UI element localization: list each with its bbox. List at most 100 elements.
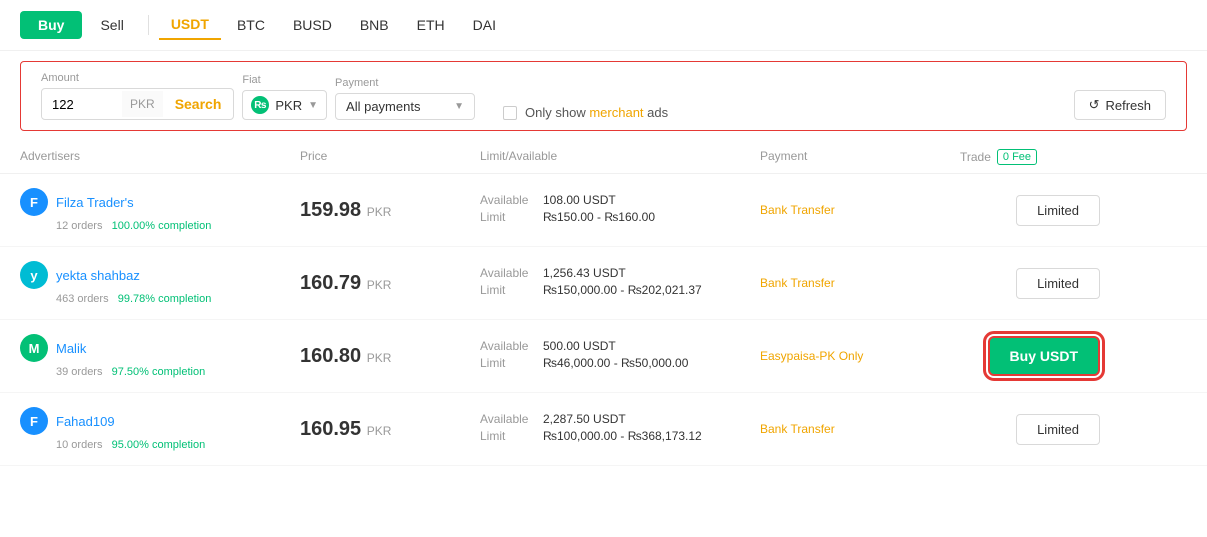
col-trade: Trade — [960, 150, 991, 164]
available-label: Available — [480, 339, 535, 353]
limit-value: ₨150.00 - ₨160.00 — [543, 210, 655, 224]
payment-group: Payment All payments ▼ — [335, 77, 475, 120]
amount-label: Amount — [41, 72, 234, 84]
advertiser-col: M Malik 39 orders 97.50% completion — [20, 334, 300, 378]
limit-col: Available 500.00 USDT Limit ₨46,000.00 -… — [480, 339, 760, 373]
payment-value: All payments — [346, 99, 448, 114]
available-value: 2,287.50 USDT — [543, 412, 626, 426]
amount-input[interactable] — [42, 91, 122, 118]
col-payment: Payment — [760, 149, 960, 165]
advertiser-name-row: F Filza Trader's — [20, 188, 300, 216]
payment-col: Bank Transfer — [760, 203, 960, 217]
price-col: 160.80 PKR — [300, 345, 480, 368]
chevron-down-icon: ▼ — [454, 101, 464, 112]
divider — [148, 15, 149, 35]
limit-label: Limit — [480, 210, 535, 224]
avatar: F — [20, 407, 48, 435]
fiat-value: PKR — [275, 98, 302, 113]
table-row: M Malik 39 orders 97.50% completion 160.… — [0, 320, 1207, 393]
advertiser-col: F Filza Trader's 12 orders 100.00% compl… — [20, 188, 300, 232]
tab-usdt[interactable]: USDT — [159, 10, 221, 40]
merchant-label: Only show merchant ads — [525, 105, 668, 120]
search-button[interactable]: Search — [163, 89, 234, 119]
trade-col-cell: Limited — [960, 268, 1100, 299]
advertiser-meta: 463 orders 99.78% completion — [20, 293, 300, 305]
merchant-filter-wrap: Only show merchant ads — [503, 105, 668, 120]
tab-busd[interactable]: BUSD — [281, 11, 344, 39]
filter-bar: Amount PKR Search Fiat ₨ PKR ▼ Payment A… — [20, 61, 1187, 131]
advertiser-name-row: F Fahad109 — [20, 407, 300, 435]
payment-select[interactable]: All payments ▼ — [335, 93, 475, 120]
price-col: 160.95 PKR — [300, 418, 480, 441]
limit-col: Available 1,256.43 USDT Limit ₨150,000.0… — [480, 266, 760, 300]
advertiser-col: y yekta shahbaz 463 orders 99.78% comple… — [20, 261, 300, 305]
table-row: F Fahad109 10 orders 95.00% completion 1… — [0, 393, 1207, 466]
avatar: F — [20, 188, 48, 216]
merchant-highlight: merchant — [589, 105, 643, 120]
advertiser-name-row: y yekta shahbaz — [20, 261, 300, 289]
advertiser-link[interactable]: yekta shahbaz — [56, 268, 140, 283]
fee-badge: 0 Fee — [997, 149, 1037, 165]
price-currency: PKR — [367, 424, 392, 438]
trade-col-cell: Limited — [960, 195, 1100, 226]
col-price: Price — [300, 149, 480, 165]
advertiser-link[interactable]: Malik — [56, 341, 86, 356]
available-row: Available 1,256.43 USDT — [480, 266, 760, 280]
fiat-label: Fiat — [242, 74, 327, 86]
merchant-checkbox[interactable] — [503, 106, 517, 120]
available-value: 500.00 USDT — [543, 339, 616, 353]
limited-button[interactable]: Limited — [1016, 195, 1100, 226]
col-advertisers: Advertisers — [20, 149, 300, 165]
amount-input-wrap: PKR Search — [41, 88, 234, 120]
refresh-icon: ↺ — [1089, 97, 1100, 113]
fiat-select[interactable]: ₨ PKR ▼ — [242, 90, 327, 120]
col-limit: Limit/Available — [480, 149, 760, 165]
tab-eth[interactable]: ETH — [405, 11, 457, 39]
limit-value: ₨46,000.00 - ₨50,000.00 — [543, 356, 688, 370]
table-header: Advertisers Price Limit/Available Paymen… — [0, 141, 1207, 174]
pkr-icon: ₨ — [251, 96, 269, 114]
advertiser-col: F Fahad109 10 orders 95.00% completion — [20, 407, 300, 451]
limit-label: Limit — [480, 429, 535, 443]
price-currency: PKR — [367, 205, 392, 219]
advertiser-name-row: M Malik — [20, 334, 300, 362]
col-trade-wrap: Trade 0 Fee — [960, 149, 1100, 165]
limit-label: Limit — [480, 356, 535, 370]
limit-label: Limit — [480, 283, 535, 297]
limit-col: Available 108.00 USDT Limit ₨150.00 - ₨1… — [480, 193, 760, 227]
refresh-label: Refresh — [1105, 98, 1151, 113]
limit-col: Available 2,287.50 USDT Limit ₨100,000.0… — [480, 412, 760, 446]
limit-row: Limit ₨150.00 - ₨160.00 — [480, 210, 760, 224]
tab-bnb[interactable]: BNB — [348, 11, 401, 39]
limit-value: ₨150,000.00 - ₨202,021.37 — [543, 283, 702, 297]
available-value: 108.00 USDT — [543, 193, 616, 207]
buy-usdt-button[interactable]: Buy USDT — [988, 336, 1100, 376]
payment-col: Bank Transfer — [760, 276, 960, 290]
fiat-group: Fiat ₨ PKR ▼ — [242, 74, 327, 120]
amount-currency: PKR — [122, 91, 163, 117]
table-row: y yekta shahbaz 463 orders 99.78% comple… — [0, 247, 1207, 320]
price-col: 160.79 PKR — [300, 272, 480, 295]
limit-value: ₨100,000.00 - ₨368,173.12 — [543, 429, 702, 443]
trade-col-cell: Limited — [960, 414, 1100, 445]
advertiser-link[interactable]: Fahad109 — [56, 414, 115, 429]
amount-group: Amount PKR Search — [41, 72, 234, 120]
available-row: Available 2,287.50 USDT — [480, 412, 760, 426]
buy-tab[interactable]: Buy — [20, 11, 82, 39]
available-row: Available 500.00 USDT — [480, 339, 760, 353]
table-body: F Filza Trader's 12 orders 100.00% compl… — [0, 174, 1207, 466]
tab-btc[interactable]: BTC — [225, 11, 277, 39]
limited-button[interactable]: Limited — [1016, 268, 1100, 299]
sell-tab[interactable]: Sell — [86, 11, 137, 39]
payment-col: Bank Transfer — [760, 422, 960, 436]
limited-button[interactable]: Limited — [1016, 414, 1100, 445]
tab-dai[interactable]: DAI — [461, 11, 508, 39]
available-label: Available — [480, 412, 535, 426]
limit-row: Limit ₨100,000.00 - ₨368,173.12 — [480, 429, 760, 443]
price-col: 159.98 PKR — [300, 199, 480, 222]
refresh-button[interactable]: ↺ Refresh — [1074, 90, 1166, 120]
price-currency: PKR — [367, 351, 392, 365]
advertiser-link[interactable]: Filza Trader's — [56, 195, 134, 210]
limit-row: Limit ₨46,000.00 - ₨50,000.00 — [480, 356, 760, 370]
available-label: Available — [480, 266, 535, 280]
